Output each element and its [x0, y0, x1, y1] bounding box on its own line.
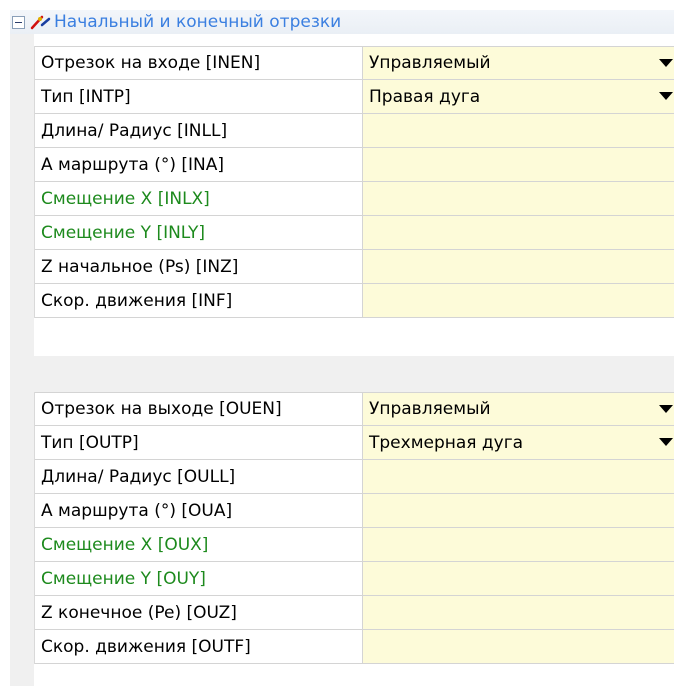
tree-rail — [10, 34, 34, 686]
property-input[interactable] — [363, 562, 674, 595]
property-row[interactable]: Смещение X [INLX] — [35, 182, 674, 216]
property-row[interactable]: Z конечное (Pe) [OUZ] — [35, 596, 674, 630]
property-input[interactable] — [363, 250, 674, 283]
property-input[interactable] — [363, 182, 674, 215]
property-row[interactable]: Смещение Y [INLY] — [35, 216, 674, 250]
property-dropdown[interactable]: Управляемый — [363, 393, 674, 425]
property-label: Смещение Y [INLY] — [35, 216, 363, 249]
property-value: Управляемый — [369, 399, 491, 419]
property-label: Отрезок на входе [INEN] — [35, 47, 363, 79]
property-label: Отрезок на выходе [OUEN] — [35, 393, 363, 425]
property-input[interactable] — [363, 596, 674, 629]
property-row[interactable]: Длина/ Радиус [OULL] — [35, 460, 674, 494]
property-label: Смещение X [INLX] — [35, 182, 363, 215]
property-row[interactable]: A маршрута (°) [INA] — [35, 148, 674, 182]
dropdown-arrow-icon[interactable] — [657, 89, 674, 103]
property-label: Скор. движения [INF] — [35, 284, 363, 317]
lead-in-out-icon — [30, 15, 51, 30]
lead-in-table: Отрезок на входе [INEN] Управляемый Тип [I… — [34, 46, 674, 318]
dropdown-arrow-icon[interactable] — [657, 56, 674, 70]
dropdown-arrow-icon[interactable] — [657, 435, 674, 449]
collapse-icon[interactable] — [12, 15, 25, 29]
lead-out-table: Отрезок на выходе [OUEN] Управляемый Тип [… — [34, 392, 674, 664]
dropdown-arrow-icon[interactable] — [657, 402, 674, 416]
property-input[interactable] — [363, 494, 674, 527]
section-gap — [34, 356, 674, 392]
property-row[interactable]: Отрезок на входе [INEN] Управляемый — [35, 46, 674, 80]
property-label: A маршрута (°) [OUA] — [35, 494, 363, 527]
property-label: Смещение X [OUX] — [35, 528, 363, 561]
property-value: Правая дуга — [369, 86, 481, 107]
property-row[interactable]: Смещение X [OUX] — [35, 528, 674, 562]
property-input[interactable] — [363, 284, 674, 317]
group-title: Начальный и конечный отрезки — [54, 12, 342, 32]
property-label: Тип [OUTP] — [35, 426, 363, 459]
property-input[interactable] — [363, 148, 674, 181]
property-label: Скор. движения [OUTF] — [35, 630, 363, 663]
property-label: Длина/ Радиус [OULL] — [35, 460, 363, 493]
property-label: Длина/ Радиус [INLL] — [35, 114, 363, 147]
property-row[interactable]: Z начальное (Ps) [INZ] — [35, 250, 674, 284]
property-label: Z конечное (Pe) [OUZ] — [35, 596, 363, 629]
property-row[interactable]: Скор. движения [INF] — [35, 284, 674, 318]
property-row[interactable]: Скор. движения [OUTF] — [35, 630, 674, 664]
property-input[interactable] — [363, 528, 674, 561]
property-row[interactable]: A маршрута (°) [OUA] — [35, 494, 674, 528]
property-dropdown[interactable]: Правая дуга — [363, 80, 674, 113]
property-row[interactable]: Тип [INTP] Правая дуга — [35, 80, 674, 114]
property-row[interactable]: Длина/ Радиус [INLL] — [35, 114, 674, 148]
property-label: Тип [INTP] — [35, 80, 363, 113]
property-dropdown[interactable]: Трехмерная дуга — [363, 426, 674, 459]
property-input[interactable] — [363, 460, 674, 493]
property-label: A маршрута (°) [INA] — [35, 148, 363, 181]
group-header: Начальный и конечный отрезки — [10, 10, 674, 34]
property-row[interactable]: Тип [OUTP] Трехмерная дуга — [35, 426, 674, 460]
property-value: Трехмерная дуга — [369, 432, 524, 453]
property-input[interactable] — [363, 216, 674, 249]
property-label: Z начальное (Ps) [INZ] — [35, 250, 363, 283]
property-input[interactable] — [363, 630, 674, 663]
property-value: Управляемый — [369, 53, 491, 73]
property-input[interactable] — [363, 114, 674, 147]
property-row[interactable]: Отрезок на выходе [OUEN] Управляемый — [35, 392, 674, 426]
property-label: Смещение Y [OUY] — [35, 562, 363, 595]
property-row[interactable]: Смещение Y [OUY] — [35, 562, 674, 596]
property-dropdown[interactable]: Управляемый — [363, 47, 674, 79]
